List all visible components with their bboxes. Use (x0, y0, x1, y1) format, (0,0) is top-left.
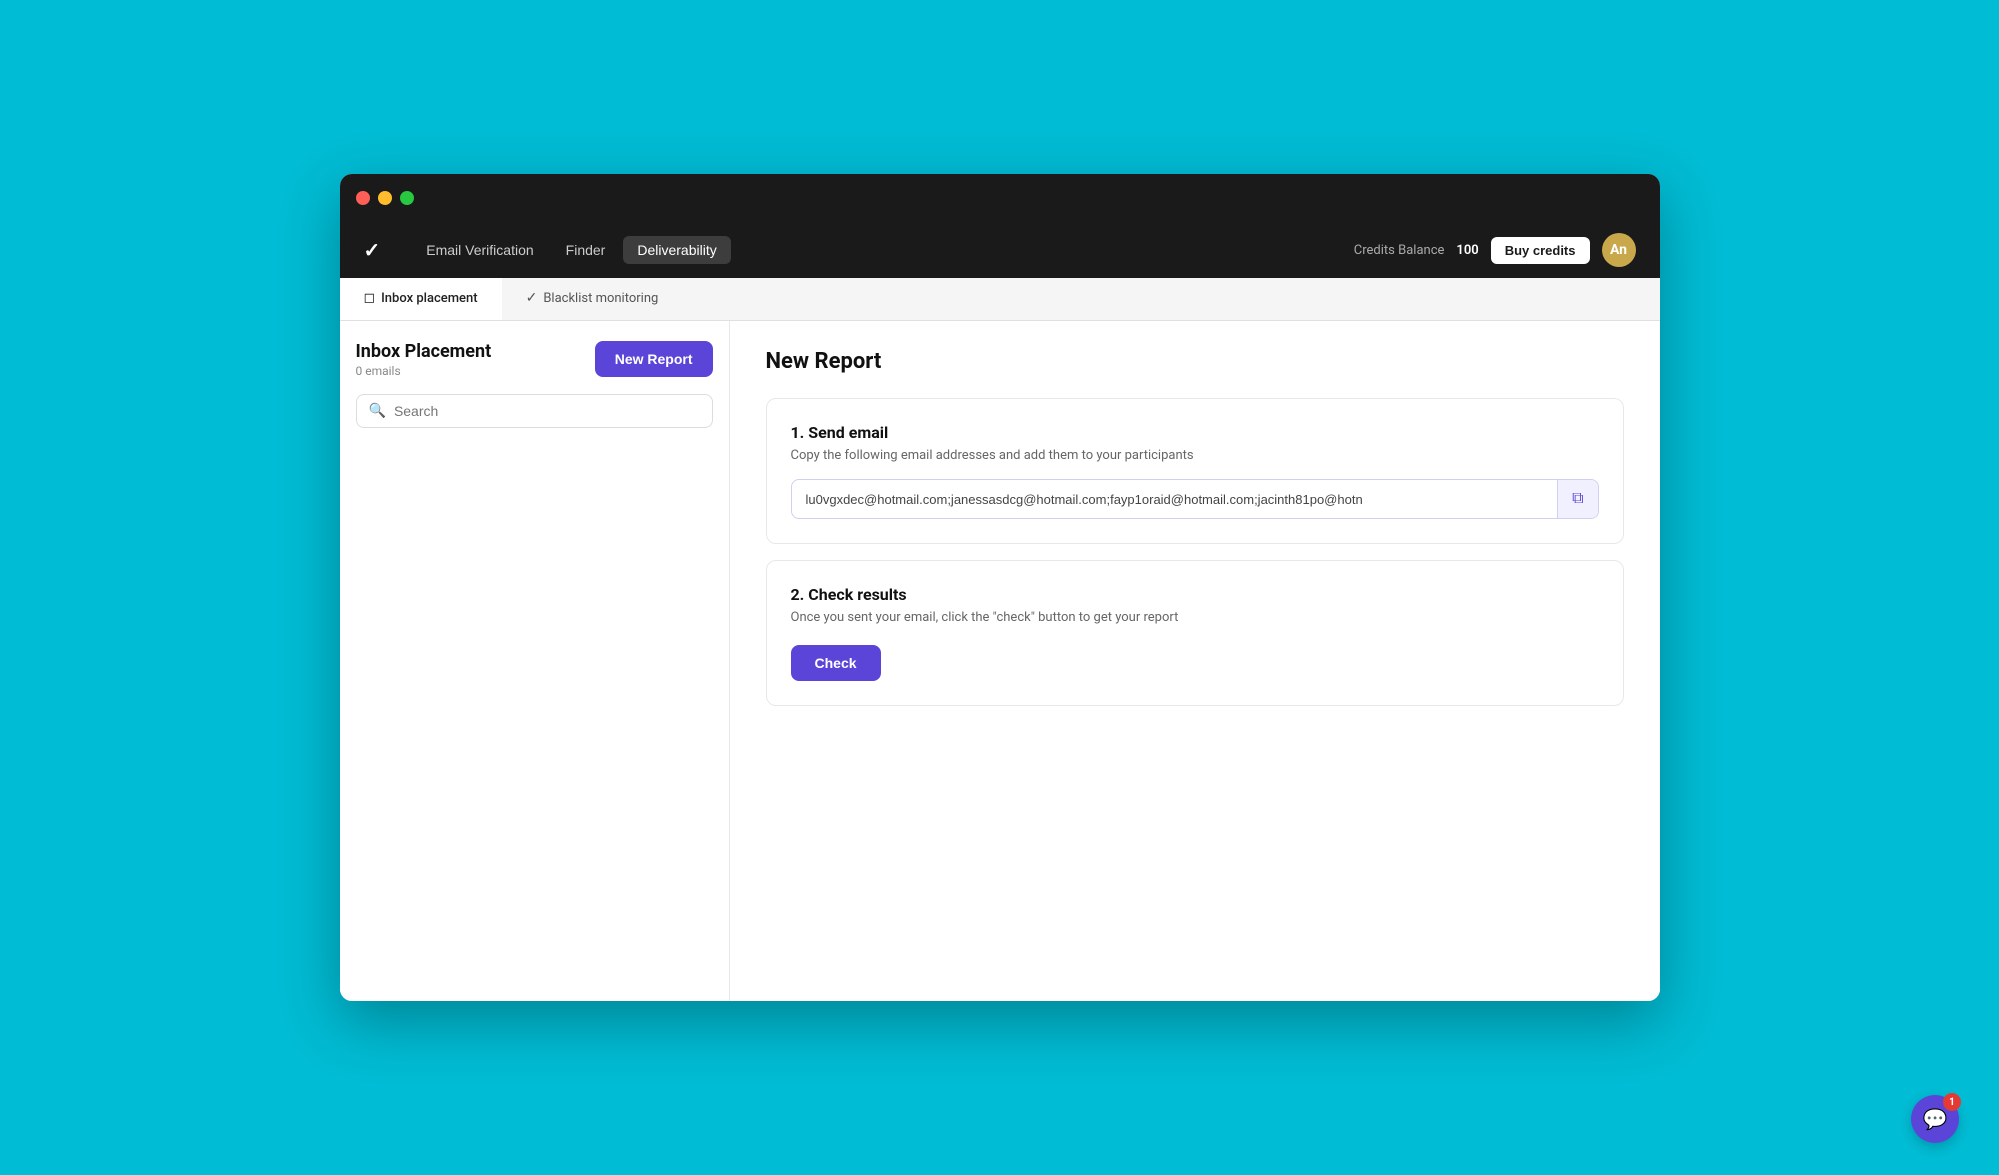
tab-blacklist-monitoring[interactable]: ✓ Blacklist monitoring (502, 278, 683, 320)
step1-card: 1. Send email Copy the following email a… (766, 398, 1624, 544)
maximize-button[interactable] (400, 191, 414, 205)
navbar: ✓ Email Verification Finder Deliverabili… (340, 222, 1660, 278)
nav-email-verification[interactable]: Email Verification (412, 236, 547, 264)
tab-inbox-placement[interactable]: ◻ Inbox placement (340, 278, 502, 320)
buy-credits-button[interactable]: Buy credits (1491, 237, 1590, 264)
sidebar: Inbox Placement 0 emails New Report 🔍 (340, 321, 730, 1001)
chat-badge: 1 (1943, 1093, 1961, 1111)
step1-title: 1. Send email (791, 423, 1599, 442)
sidebar-header: Inbox Placement 0 emails New Report (356, 341, 713, 378)
step2-description: Once you sent your email, click the "che… (791, 610, 1599, 625)
step2-title: 2. Check results (791, 585, 1599, 604)
credits-amount: 100 (1456, 243, 1478, 258)
sidebar-title: Inbox Placement (356, 341, 492, 362)
copy-button[interactable]: ⧉ (1557, 480, 1597, 518)
main-layout: Inbox Placement 0 emails New Report 🔍 Ne… (340, 321, 1660, 1001)
search-input[interactable] (394, 403, 700, 419)
step1-description: Copy the following email addresses and a… (791, 448, 1599, 463)
credits-label: Credits Balance (1354, 243, 1445, 258)
content-area: New Report 1. Send email Copy the follow… (730, 321, 1660, 1001)
step2-card: 2. Check results Once you sent your emai… (766, 560, 1624, 706)
app-window: ✓ Email Verification Finder Deliverabili… (340, 174, 1660, 1001)
app-logo: ✓ (364, 238, 381, 262)
page-title: New Report (766, 349, 1624, 374)
check-button[interactable]: Check (791, 645, 881, 681)
navbar-right: Credits Balance 100 Buy credits An (1354, 233, 1636, 267)
sidebar-title-group: Inbox Placement 0 emails (356, 341, 492, 378)
sidebar-subtitle: 0 emails (356, 364, 492, 378)
search-box: 🔍 (356, 394, 713, 428)
tab-inbox-label: Inbox placement (381, 291, 477, 306)
minimize-button[interactable] (378, 191, 392, 205)
main-nav: Email Verification Finder Deliverability (412, 236, 1330, 264)
search-icon: 🔍 (369, 403, 386, 419)
check-icon: ✓ (526, 290, 538, 306)
nav-finder[interactable]: Finder (552, 236, 620, 264)
inbox-icon: ◻ (364, 290, 376, 306)
email-field-row: ⧉ (791, 479, 1599, 519)
chat-bubble[interactable]: 💬 1 (1911, 1095, 1959, 1143)
new-report-button[interactable]: New Report (595, 341, 713, 377)
tab-blacklist-label: Blacklist monitoring (543, 291, 658, 306)
copy-icon: ⧉ (1572, 490, 1583, 508)
nav-deliverability[interactable]: Deliverability (623, 236, 730, 264)
close-button[interactable] (356, 191, 370, 205)
email-addresses-field[interactable] (792, 482, 1558, 517)
sub-tabs: ◻ Inbox placement ✓ Blacklist monitoring (340, 278, 1660, 321)
avatar[interactable]: An (1602, 233, 1636, 267)
chat-icon: 💬 (1923, 1107, 1948, 1131)
titlebar (340, 174, 1660, 222)
